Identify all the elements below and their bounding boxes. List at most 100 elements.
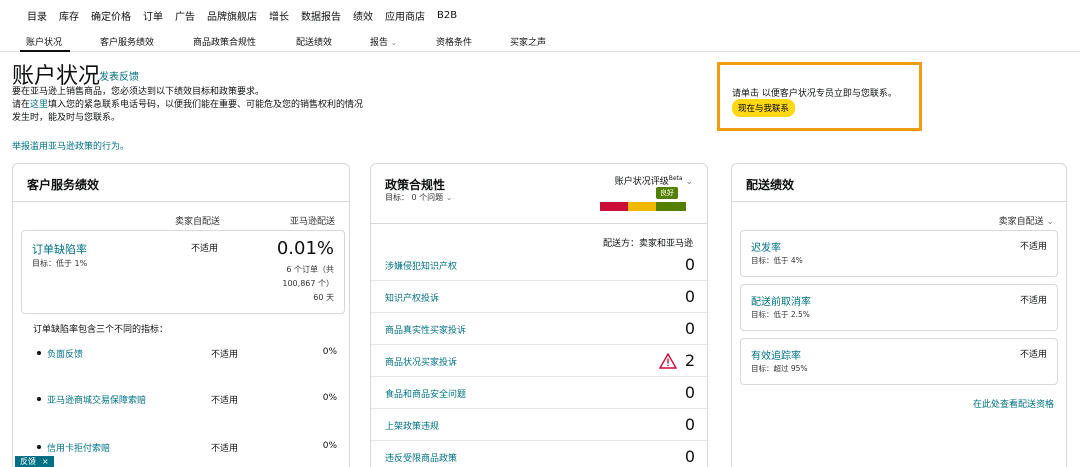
dropdown-value: 卖家自配送 <box>998 217 1044 227</box>
top-navigation: 目录 库存 确定价格 订单 广告 品牌旗舰店 增长 数据报告 绩效 应用商店 B… <box>0 0 1080 30</box>
card-title: 客户服务绩效 <box>27 178 100 192</box>
tab-voice-of-customer[interactable]: 买家之声 <box>510 35 546 48</box>
contact-box: 请单击 以便客户状况专员立即与您联系。 现在与我联系 <box>717 62 922 131</box>
valid-tracking-box: 有效追踪率 目标：超过 95% 不适用 <box>740 338 1058 385</box>
tab-eligibility[interactable]: 资格条件 <box>436 35 472 48</box>
shipping-eligibility-link[interactable]: 在此处查看配送资格 <box>973 397 1054 410</box>
ip-infringement-link[interactable]: 涉嫌侵犯知识产权 <box>385 259 457 272</box>
gauge-segment-red <box>600 202 628 211</box>
metric-target: 目标：超过 95% <box>751 364 808 373</box>
nav-orders[interactable]: 订单 <box>143 8 163 23</box>
nav-performance[interactable]: 绩效 <box>353 8 373 23</box>
tab-reports[interactable]: 报告 ⌄ <box>370 35 397 48</box>
card-header: 配送绩效 <box>732 164 1066 202</box>
tab-shipping-performance[interactable]: 配送绩效 <box>296 35 332 48</box>
policy-target[interactable]: 目标： 0 个问题 ⌄ <box>385 192 452 203</box>
close-icon[interactable]: × <box>42 456 49 467</box>
order-defect-rate-link[interactable]: 订单缺陷率 <box>32 241 87 257</box>
bullet-icon <box>37 445 41 449</box>
negative-feedback-link[interactable]: 负面反馈 <box>47 347 83 360</box>
row-na: 不适用 <box>211 444 239 454</box>
row-count: 0 <box>684 319 695 338</box>
table-row: 商品状况买家投诉 2 <box>371 345 707 377</box>
metric-target: 目标：低于 4% <box>751 256 803 265</box>
metric-sub-line: 60 天 <box>313 293 334 302</box>
nav-catalog[interactable]: 目录 <box>27 8 47 23</box>
tab-policy-compliance[interactable]: 商品政策合规性 <box>193 35 256 48</box>
nav-b2b[interactable]: B2B <box>437 10 457 21</box>
listing-violations-link[interactable]: 上架政策违规 <box>385 419 439 432</box>
valid-tracking-link[interactable]: 有效追踪率 <box>751 347 801 362</box>
bullet-icon <box>37 397 41 401</box>
food-safety-link[interactable]: 食品和商品安全问题 <box>385 387 466 400</box>
a-to-z-claims-link[interactable]: 亚马逊商城交易保障索赔 <box>47 393 146 406</box>
metric-not-applicable: 不适用 <box>1019 242 1047 252</box>
nav-inventory[interactable]: 库存 <box>59 8 79 23</box>
gauge-segment-yellow <box>628 202 656 211</box>
card-header: 客户服务绩效 <box>13 164 349 202</box>
intro-prefix: 请在 <box>12 100 31 110</box>
row-percent: 0% <box>322 393 337 403</box>
emergency-contact-link[interactable]: 这里 <box>30 100 48 110</box>
metric-value: 0.01% <box>276 238 334 259</box>
nav-growth[interactable]: 增长 <box>269 8 289 23</box>
feedback-tab[interactable]: 反馈 × <box>15 456 54 467</box>
card-title: 政策合规性 <box>385 178 446 192</box>
metric-subtext: 6 个订单（共 100,867 个） 60 天 <box>264 263 334 305</box>
feedback-link[interactable]: 发表反馈 <box>99 68 139 83</box>
intro-suffix: 填入您的紧急联系电话号码，以便我们能在重要、可能危及您的销售权利的情况发生时，能… <box>12 100 364 123</box>
late-dispatch-box: 迟发率 目标：低于 4% 不适用 <box>740 230 1058 277</box>
chargeback-claims-link[interactable]: 信用卡拒付索赔 <box>47 441 110 454</box>
defect-metrics-intro: 订单缺陷率包含三个不同的指标： <box>33 325 169 335</box>
authenticity-complaints-link[interactable]: 商品真实性买家投诉 <box>385 323 466 336</box>
row-na: 不适用 <box>211 396 239 406</box>
rating-gauge <box>600 202 686 211</box>
table-row: 知识产权投诉 0 <box>371 281 707 313</box>
bullet-icon <box>37 351 41 355</box>
column-header-fba: 亚马逊配送 <box>289 217 335 227</box>
customer-service-card: 客户服务绩效 卖家自配送 亚马逊配送 订单缺陷率 目标：低于 1% 不适用 0.… <box>12 163 350 467</box>
report-abuse-link[interactable]: 举报滥用亚马逊政策的行为。 <box>12 139 129 152</box>
nav-reports[interactable]: 数据报告 <box>301 8 341 23</box>
rating-good-badge: 良好 <box>656 187 678 199</box>
metric-sub-line: 6 个订单（共 <box>286 265 334 274</box>
contact-me-button[interactable]: 现在与我联系 <box>732 99 796 117</box>
table-row: 商品真实性买家投诉 0 <box>371 313 707 345</box>
beta-badge: Beta <box>668 175 683 182</box>
row-count: 2 <box>684 351 695 370</box>
table-row: 涉嫌侵犯知识产权 0 <box>371 249 707 281</box>
cancel-rate-box: 配送前取消率 目标：低于 2.5% 不适用 <box>740 284 1058 331</box>
table-row: 食品和商品安全问题 0 <box>371 377 707 409</box>
nav-pricing[interactable]: 确定价格 <box>91 8 131 23</box>
intro-text: 要在亚马逊上销售商品，您必须达到以下绩效目标和政策要求。 请在这里填入您的紧急联… <box>12 86 372 125</box>
chevron-down-icon: ⌄ <box>445 193 453 202</box>
tab-customer-service[interactable]: 客户服务绩效 <box>100 35 154 48</box>
chevron-down-icon: ⌄ <box>1046 217 1054 227</box>
row-count: 0 <box>684 383 695 402</box>
condition-complaints-link[interactable]: 商品状况买家投诉 <box>385 355 457 368</box>
account-health-rating[interactable]: 账户状况评级Beta ⌄ <box>615 174 693 187</box>
late-dispatch-link[interactable]: 迟发率 <box>751 239 781 254</box>
tab-reports-label: 报告 <box>370 38 389 48</box>
shipping-performance-card: 配送绩效 卖家自配送 ⌄ 迟发率 目标：低于 4% 不适用 配送前取消率 目标：… <box>731 163 1067 467</box>
gauge-segment-green <box>656 202 686 211</box>
nav-advertising[interactable]: 广告 <box>175 8 195 23</box>
order-defect-rate-box: 订单缺陷率 目标：低于 1% 不适用 0.01% 6 个订单（共 100,867… <box>21 230 345 314</box>
row-count: 0 <box>684 447 695 466</box>
list-item: 亚马逊商城交易保障索赔 不适用 0% <box>37 393 337 407</box>
list-item: 负面反馈 不适用 0% <box>37 347 337 361</box>
nav-appstore[interactable]: 应用商店 <box>385 8 425 23</box>
restricted-products-link[interactable]: 违反受限商品政策 <box>385 451 457 464</box>
policy-compliance-card: 政策合规性 目标： 0 个问题 ⌄ 账户状况评级Beta ⌄ 良好 配送方：卖家… <box>370 163 708 467</box>
row-percent: 0% <box>322 441 337 451</box>
cancel-rate-link[interactable]: 配送前取消率 <box>751 293 811 308</box>
row-count: 0 <box>684 415 695 434</box>
fulfillment-dropdown[interactable]: 卖家自配送 ⌄ <box>999 214 1054 227</box>
nav-stores[interactable]: 品牌旗舰店 <box>207 8 257 23</box>
chevron-down-icon: ⌄ <box>390 39 397 47</box>
policy-target-text: 目标： 0 个问题 <box>385 193 444 202</box>
row-na: 不适用 <box>211 350 239 360</box>
ship-from-label: 配送方：卖家和亚马逊 <box>602 239 693 249</box>
ip-complaints-link[interactable]: 知识产权投诉 <box>385 291 439 304</box>
tab-account-health[interactable]: 账户状况 <box>26 35 62 48</box>
